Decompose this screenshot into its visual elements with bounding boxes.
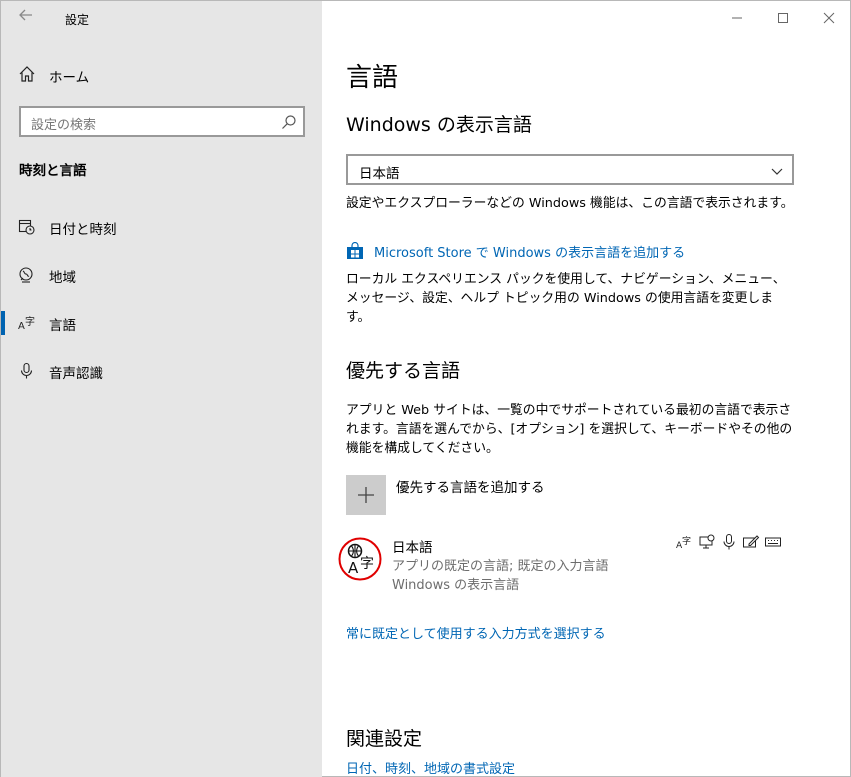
- store-icon: [346, 241, 364, 260]
- svg-text:A: A: [348, 559, 359, 577]
- page-title: 言語: [346, 63, 399, 93]
- display-language-heading: Windows の表示言語: [346, 114, 532, 136]
- svg-text:字: 字: [25, 315, 35, 328]
- svg-text:A: A: [18, 321, 25, 332]
- language-status-line: Windows の表示言語: [392, 578, 520, 593]
- region-icon: [18, 266, 36, 284]
- sidebar-section-title: 時刻と言語: [19, 163, 87, 179]
- settings-window: 設定 ホーム 設定の検索 時刻と言語 日付と時刻 地域 A 字 言語 音声認識 …: [0, 0, 851, 777]
- display-language-description: 設定やエクスプローラーなどの Windows 機能は、この言語で表示されます。: [346, 196, 794, 211]
- home-icon: [18, 65, 36, 83]
- sidebar-item-language[interactable]: A字 言語: [1, 305, 322, 341]
- sidebar: 設定 ホーム 設定の検索 時刻と言語 日付と時刻 地域 A 字 言語 音声認識: [1, 1, 322, 777]
- svg-text:字: 字: [360, 556, 374, 572]
- speech-recognition-icon: [698, 533, 716, 551]
- date-time-icon: [18, 218, 36, 236]
- preferred-languages-description: アプリと Web サイトは、一覧の中でサポートされている最初の言語で表示されます…: [346, 403, 793, 456]
- back-arrow-icon[interactable]: [15, 7, 37, 29]
- language-globe-icon[interactable]: A 字: [338, 537, 382, 581]
- handwriting-icon: [742, 533, 760, 551]
- default-input-method-link[interactable]: 常に既定として使用する入力方式を選択する: [346, 623, 606, 642]
- sidebar-item-home[interactable]: ホーム: [1, 59, 322, 91]
- app-title: 設定: [65, 13, 90, 27]
- main-content: 言語 Windows の表示言語 日本語 設定やエクスプローラーなどの Wind…: [322, 1, 851, 777]
- keyboard-icon: [764, 533, 782, 551]
- language-status-line: アプリの既定の言語; 既定の入力言語: [392, 559, 609, 574]
- display-language-icon: A字: [676, 533, 694, 551]
- sidebar-item-speech[interactable]: 音声認識: [1, 353, 322, 389]
- add-language-button[interactable]: [346, 475, 386, 515]
- add-language-label[interactable]: 優先する言語を追加する: [396, 476, 545, 496]
- language-name[interactable]: 日本語: [392, 536, 433, 556]
- sidebar-item-date-time[interactable]: 日付と時刻: [1, 209, 322, 245]
- microphone-icon: [720, 533, 738, 551]
- language-feature-icons: A字: [676, 533, 782, 551]
- search-placeholder: 設定の検索: [31, 118, 97, 133]
- sidebar-item-label: 地域: [49, 270, 76, 286]
- search-input[interactable]: 設定の検索: [19, 106, 305, 137]
- sidebar-item-region[interactable]: 地域: [1, 257, 322, 293]
- chevron-down-icon: [770, 163, 784, 177]
- display-language-dropdown[interactable]: 日本語: [346, 154, 794, 185]
- related-settings-heading: 関連設定: [346, 728, 423, 750]
- store-language-link[interactable]: Microsoft Store で Windows の表示言語を追加する: [374, 242, 685, 261]
- sidebar-item-label: 音声認識: [49, 366, 103, 382]
- svg-text:字: 字: [682, 535, 691, 547]
- sidebar-item-label: 言語: [49, 318, 76, 334]
- regional-format-link[interactable]: 日付、時刻、地域の書式設定: [346, 758, 515, 777]
- sidebar-item-label: 日付と時刻: [49, 222, 117, 238]
- language-icon: A字: [18, 314, 36, 332]
- preferred-languages-heading: 優先する言語: [346, 360, 461, 382]
- microphone-icon: [18, 362, 36, 380]
- plus-icon: [358, 487, 374, 503]
- sidebar-item-label: ホーム: [49, 70, 90, 86]
- dropdown-value: 日本語: [359, 166, 400, 182]
- search-icon[interactable]: [281, 114, 297, 130]
- store-description: ローカル エクスペリエンス パックを使用して、ナビゲーション、メニュー、メッセー…: [346, 272, 786, 325]
